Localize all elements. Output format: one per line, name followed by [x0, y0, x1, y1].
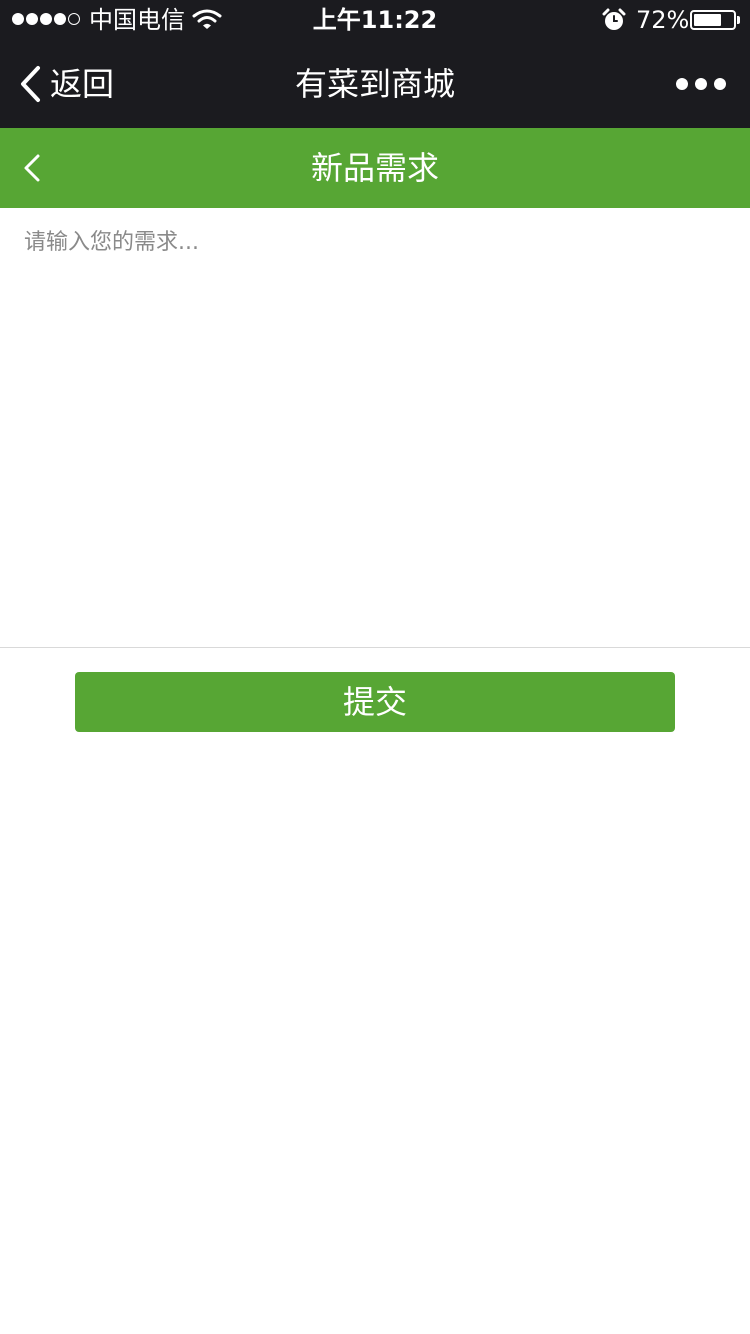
submit-button[interactable]: 提交 — [75, 672, 675, 732]
more-icon — [695, 78, 707, 90]
alarm-icon — [602, 8, 626, 30]
battery-percent: 72% — [636, 6, 690, 34]
more-icon — [676, 78, 688, 90]
more-button[interactable] — [676, 74, 726, 94]
top-bar: 中国电信 上午11:22 72% 返回 有菜到商城 — [0, 0, 750, 128]
battery-level-fill — [694, 14, 721, 26]
page-header: 新品需求 — [0, 128, 750, 208]
battery-icon — [690, 10, 736, 30]
requirement-input[interactable] — [0, 208, 750, 648]
battery-tip — [737, 16, 740, 24]
more-icon — [714, 78, 726, 90]
page-title: 新品需求 — [310, 149, 439, 187]
status-bar: 中国电信 上午11:22 72% — [0, 0, 750, 40]
nav-title: 有菜到商城 — [294, 65, 455, 103]
